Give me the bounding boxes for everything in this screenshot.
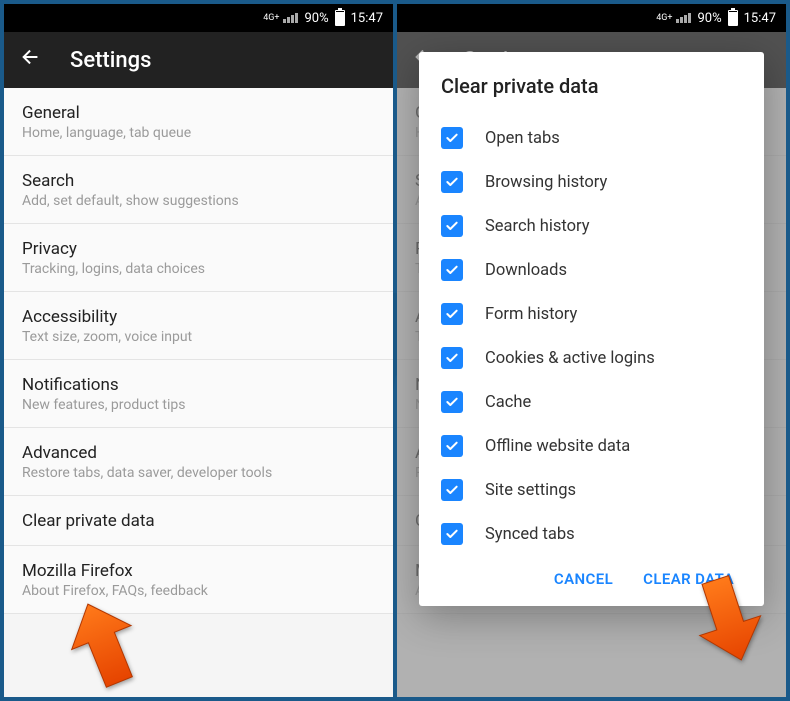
item-title: Notifications bbox=[22, 375, 375, 395]
checkbox-checked-icon[interactable] bbox=[441, 303, 463, 325]
item-title: General bbox=[22, 103, 375, 123]
status-bar: 4G+ 90% 15:47 bbox=[4, 4, 393, 32]
check-label: Cookies & active logins bbox=[485, 349, 655, 368]
item-title: Accessibility bbox=[22, 307, 375, 327]
checkbox-checked-icon[interactable] bbox=[441, 347, 463, 369]
check-downloads[interactable]: Downloads bbox=[441, 248, 742, 292]
checkbox-checked-icon[interactable] bbox=[441, 215, 463, 237]
check-label: Open tabs bbox=[485, 129, 560, 148]
app-bar: Settings bbox=[4, 32, 393, 88]
check-search-history[interactable]: Search history bbox=[441, 204, 742, 248]
item-title: Search bbox=[22, 171, 375, 191]
check-label: Form history bbox=[485, 305, 577, 324]
signal-icon bbox=[676, 13, 691, 23]
battery-percent: 90% bbox=[304, 11, 328, 26]
check-form-history[interactable]: Form history bbox=[441, 292, 742, 336]
settings-item-mozilla-firefox[interactable]: Mozilla Firefox About Firefox, FAQs, fee… bbox=[4, 546, 393, 614]
settings-item-general[interactable]: General Home, language, tab queue bbox=[4, 88, 393, 156]
clear-private-data-dialog: Clear private data Open tabs Browsing hi… bbox=[419, 52, 764, 606]
checkbox-checked-icon[interactable] bbox=[441, 479, 463, 501]
check-label: Browsing history bbox=[485, 173, 607, 192]
item-title: Privacy bbox=[22, 239, 375, 259]
dialog-title: Clear private data bbox=[441, 74, 742, 98]
check-site-settings[interactable]: Site settings bbox=[441, 468, 742, 512]
page-title: Settings bbox=[70, 48, 151, 73]
check-cookies[interactable]: Cookies & active logins bbox=[441, 336, 742, 380]
checkbox-checked-icon[interactable] bbox=[441, 523, 463, 545]
item-title: Mozilla Firefox bbox=[22, 561, 375, 581]
clock: 15:47 bbox=[351, 11, 383, 26]
settings-item-search[interactable]: Search Add, set default, show suggestion… bbox=[4, 156, 393, 224]
signal-icon bbox=[283, 13, 298, 23]
network-label: 4G+ bbox=[263, 13, 279, 23]
checkbox-checked-icon[interactable] bbox=[441, 259, 463, 281]
check-label: Cache bbox=[485, 393, 531, 412]
battery-percent: 90% bbox=[697, 11, 721, 26]
settings-list: General Home, language, tab queue Search… bbox=[4, 88, 393, 614]
item-subtitle: Restore tabs, data saver, developer tool… bbox=[22, 465, 375, 481]
clock: 15:47 bbox=[744, 11, 776, 26]
settings-item-notifications[interactable]: Notifications New features, product tips bbox=[4, 360, 393, 428]
battery-icon bbox=[335, 10, 345, 26]
check-offline-data[interactable]: Offline website data bbox=[441, 424, 742, 468]
check-label: Synced tabs bbox=[485, 525, 575, 544]
item-title: Advanced bbox=[22, 443, 375, 463]
checkbox-checked-icon[interactable] bbox=[441, 391, 463, 413]
item-subtitle: Text size, zoom, voice input bbox=[22, 329, 375, 345]
right-screen: 4G+ 90% 15:47 Settings GeneralHome, lang… bbox=[397, 4, 786, 697]
check-label: Search history bbox=[485, 217, 590, 236]
clear-data-button[interactable]: Clear data bbox=[643, 570, 734, 588]
settings-item-accessibility[interactable]: Accessibility Text size, zoom, voice inp… bbox=[4, 292, 393, 360]
checkbox-checked-icon[interactable] bbox=[441, 435, 463, 457]
back-arrow-icon[interactable] bbox=[20, 46, 42, 74]
item-subtitle: Home, language, tab queue bbox=[22, 125, 375, 141]
settings-item-advanced[interactable]: Advanced Restore tabs, data saver, devel… bbox=[4, 428, 393, 496]
network-label: 4G+ bbox=[656, 13, 672, 23]
status-bar: 4G+ 90% 15:47 bbox=[397, 4, 786, 32]
item-subtitle: Add, set default, show suggestions bbox=[22, 193, 375, 209]
dual-screenshot-frame: 4G+ 90% 15:47 Settings General Home, lan… bbox=[0, 0, 790, 701]
battery-icon bbox=[728, 10, 738, 26]
checkbox-checked-icon[interactable] bbox=[441, 127, 463, 149]
check-label: Downloads bbox=[485, 261, 567, 280]
settings-item-clear-private-data[interactable]: Clear private data bbox=[4, 496, 393, 546]
check-synced-tabs[interactable]: Synced tabs bbox=[441, 512, 742, 556]
check-label: Offline website data bbox=[485, 437, 630, 456]
dialog-actions: Cancel Clear data bbox=[441, 556, 742, 596]
settings-item-privacy[interactable]: Privacy Tracking, logins, data choices bbox=[4, 224, 393, 292]
item-subtitle: New features, product tips bbox=[22, 397, 375, 413]
item-subtitle: Tracking, logins, data choices bbox=[22, 261, 375, 277]
check-open-tabs[interactable]: Open tabs bbox=[441, 116, 742, 160]
left-screen: 4G+ 90% 15:47 Settings General Home, lan… bbox=[4, 4, 393, 697]
checkbox-checked-icon[interactable] bbox=[441, 171, 463, 193]
cancel-button[interactable]: Cancel bbox=[554, 570, 613, 588]
check-browsing-history[interactable]: Browsing history bbox=[441, 160, 742, 204]
item-subtitle: About Firefox, FAQs, feedback bbox=[22, 583, 375, 599]
check-label: Site settings bbox=[485, 481, 576, 500]
check-cache[interactable]: Cache bbox=[441, 380, 742, 424]
item-title: Clear private data bbox=[22, 511, 375, 531]
